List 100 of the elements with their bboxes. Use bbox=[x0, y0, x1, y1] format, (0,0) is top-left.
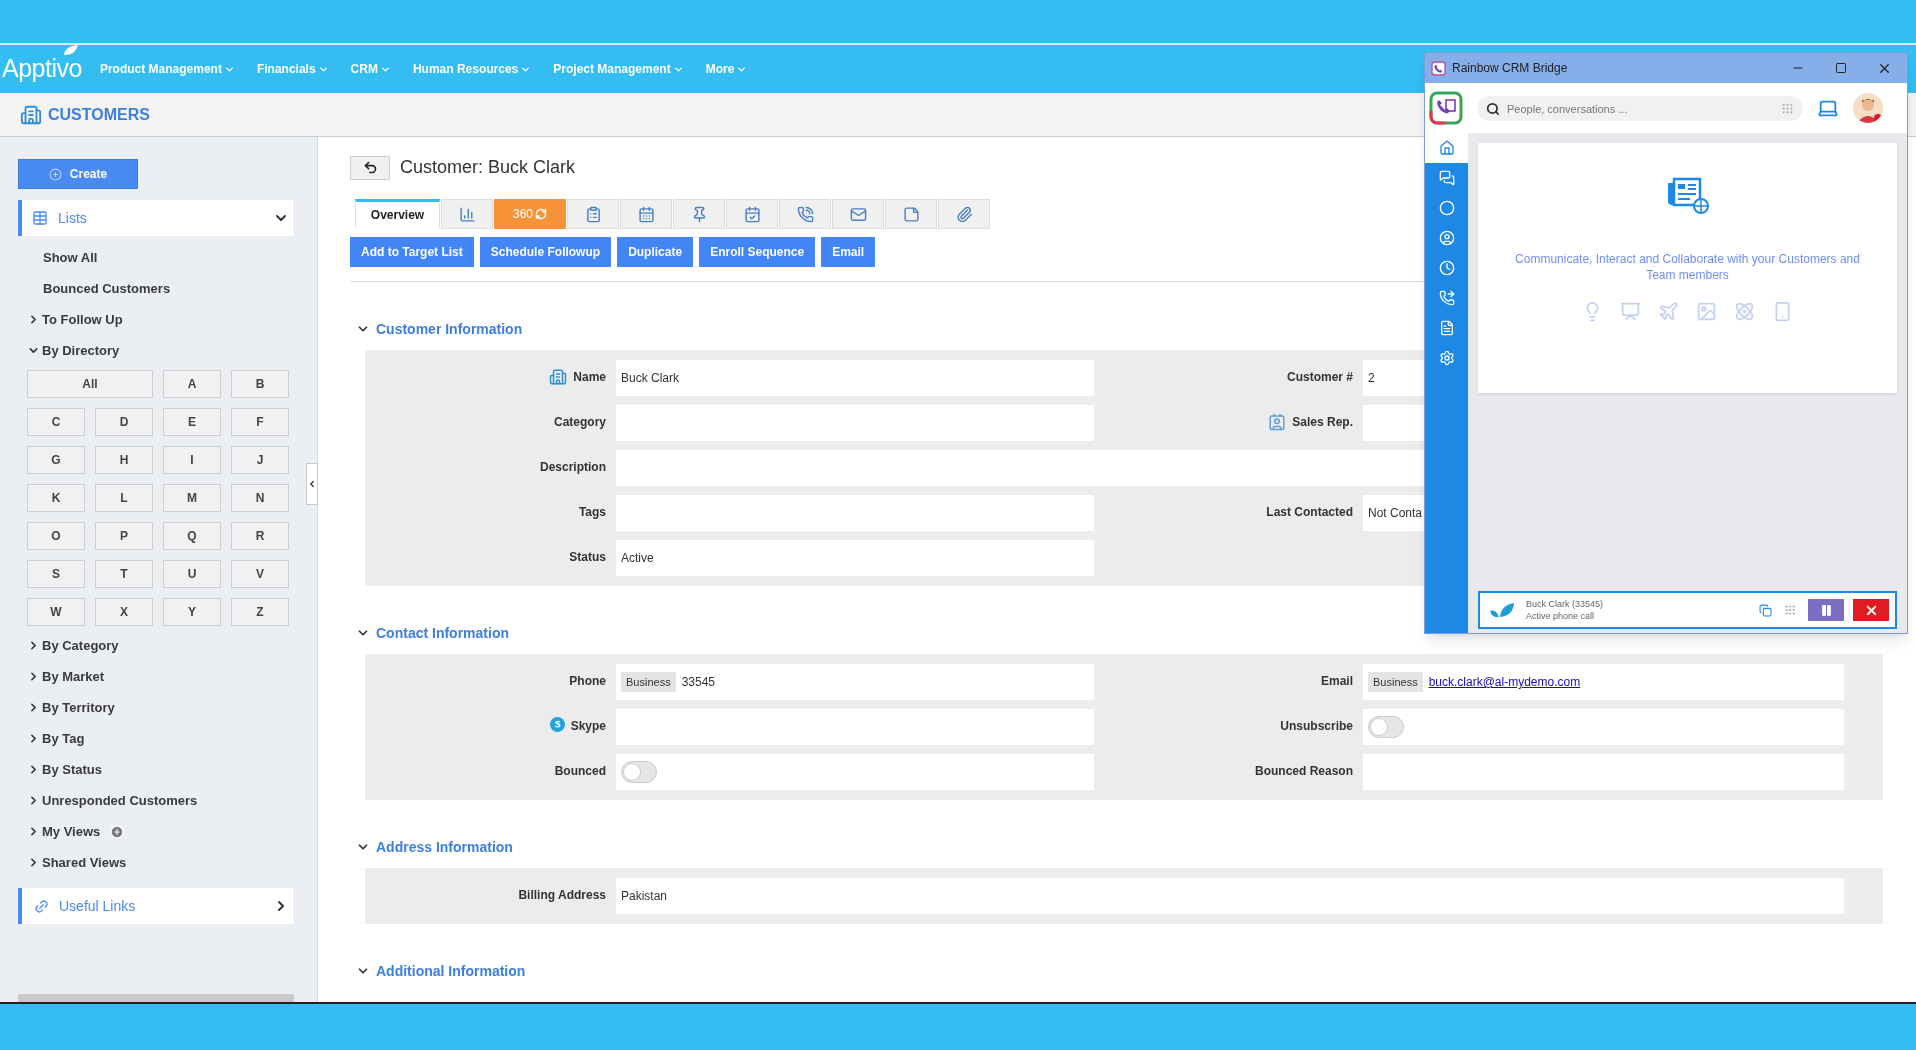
dialpad-icon[interactable] bbox=[1784, 604, 1796, 616]
dialpad-icon[interactable] bbox=[1781, 101, 1794, 115]
section-title[interactable]: Address Information bbox=[376, 836, 513, 858]
document-icon bbox=[1438, 320, 1455, 336]
hang-up-button[interactable] bbox=[1853, 599, 1889, 621]
sidebar-item[interactable]: By Directory bbox=[42, 340, 120, 361]
directory-letter-button[interactable]: A bbox=[163, 370, 221, 398]
section-title[interactable]: Customer Information bbox=[376, 318, 523, 340]
directory-letter-button[interactable]: G bbox=[27, 446, 85, 474]
directory-letter-button[interactable]: V bbox=[231, 560, 289, 588]
directory-letter-button[interactable]: T bbox=[95, 560, 153, 588]
field-label: Description bbox=[540, 459, 606, 476]
field-label: Phone bbox=[569, 673, 606, 690]
phone-icon bbox=[796, 205, 814, 223]
maximize-icon[interactable] bbox=[1835, 62, 1847, 74]
avatar[interactable] bbox=[1853, 93, 1883, 123]
input-field[interactable]: Pakistan bbox=[616, 878, 1844, 914]
directory-letter-button[interactable]: All bbox=[27, 370, 153, 398]
tab[interactable] bbox=[441, 199, 493, 229]
action-button[interactable]: Duplicate bbox=[617, 237, 694, 267]
sidebar-item[interactable]: Bounced Customers bbox=[43, 278, 171, 299]
clock-icon bbox=[1438, 260, 1455, 276]
sidebar-item[interactable]: Shared Views bbox=[42, 852, 127, 873]
sidebar-item[interactable]: Unresponded Customers bbox=[42, 790, 198, 811]
directory-letter-button[interactable]: Y bbox=[163, 598, 221, 626]
collapse-handle[interactable] bbox=[306, 463, 318, 505]
form-icon bbox=[584, 205, 602, 223]
tab[interactable] bbox=[673, 199, 725, 229]
directory-letter-button[interactable]: D bbox=[95, 408, 153, 436]
lists-header[interactable]: Lists bbox=[18, 200, 293, 236]
directory-letter-button[interactable]: P bbox=[95, 522, 153, 550]
tab[interactable]: Overview bbox=[355, 199, 440, 229]
toggle-switch[interactable] bbox=[621, 761, 657, 783]
table-icon bbox=[32, 210, 48, 226]
hold-button[interactable] bbox=[1808, 599, 1844, 621]
tab[interactable] bbox=[832, 199, 884, 229]
action-button[interactable]: Schedule Followup bbox=[479, 237, 612, 267]
tab[interactable] bbox=[567, 199, 619, 229]
skype-icon bbox=[549, 717, 565, 732]
directory-letter-button[interactable]: U bbox=[163, 560, 221, 588]
input-field[interactable]: Active bbox=[616, 540, 1094, 576]
directory-letter-button[interactable]: Q bbox=[163, 522, 221, 550]
leaf-icon bbox=[62, 44, 80, 57]
sidebar-item[interactable]: By Category bbox=[42, 635, 119, 656]
copy-icon[interactable] bbox=[1759, 603, 1772, 617]
directory-letter-button[interactable]: F bbox=[231, 408, 289, 436]
section-title[interactable]: Additional Information bbox=[376, 960, 526, 982]
input-field[interactable]: Buck Clark bbox=[616, 360, 1094, 396]
action-button[interactable]: Email bbox=[821, 237, 876, 267]
tab[interactable] bbox=[779, 199, 831, 229]
directory-letter-button[interactable]: N bbox=[231, 484, 289, 512]
directory-letter-button[interactable]: H bbox=[95, 446, 153, 474]
action-button[interactable]: Enroll Sequence bbox=[699, 237, 816, 267]
directory-letter-button[interactable]: W bbox=[27, 598, 85, 626]
tab[interactable] bbox=[885, 199, 937, 229]
rail-button[interactable] bbox=[1425, 133, 1468, 163]
sidebar-item[interactable]: By Tag bbox=[42, 728, 85, 749]
directory-letter-button[interactable]: O bbox=[27, 522, 85, 550]
tab[interactable] bbox=[938, 199, 990, 229]
directory-letter-button[interactable]: Z bbox=[231, 598, 289, 626]
search-field[interactable]: People, conversations ... bbox=[1477, 96, 1803, 121]
section-title[interactable]: Contact Information bbox=[376, 622, 509, 644]
sidebar-item[interactable]: My Views bbox=[42, 821, 101, 842]
directory-letter-button[interactable]: K bbox=[27, 484, 85, 512]
sidebar-item[interactable]: By Market bbox=[42, 666, 105, 687]
tab[interactable] bbox=[620, 199, 672, 229]
input-field[interactable]: Business buck.clark@al-mydemo.com bbox=[1363, 664, 1844, 700]
directory-letter-button[interactable]: I bbox=[163, 446, 221, 474]
phone-star-icon bbox=[1438, 290, 1455, 306]
directory-letter-button[interactable]: X bbox=[95, 598, 153, 626]
tab[interactable] bbox=[726, 199, 778, 229]
refresh-icon bbox=[535, 208, 547, 220]
sidebar-item[interactable]: Show All bbox=[43, 247, 98, 268]
directory-letter-button[interactable]: J bbox=[231, 446, 289, 474]
directory-letter-button[interactable]: L bbox=[95, 484, 153, 512]
directory-letter-button[interactable]: B bbox=[231, 370, 289, 398]
smartphone-icon bbox=[1772, 301, 1793, 322]
circle-icon bbox=[1438, 200, 1455, 216]
type-tag[interactable]: Business bbox=[1368, 671, 1423, 693]
input-field[interactable]: Business 33545 bbox=[616, 664, 1094, 700]
field-label: Bounced Reason bbox=[1255, 763, 1353, 780]
action-button[interactable]: Add to Target List bbox=[350, 237, 474, 267]
email-link[interactable]: buck.clark@al-mydemo.com bbox=[1428, 673, 1581, 691]
field-label: Category bbox=[554, 414, 606, 431]
back-button[interactable] bbox=[350, 155, 390, 180]
sidebar-item[interactable]: By Territory bbox=[42, 697, 115, 718]
add-icon[interactable] bbox=[110, 824, 125, 839]
directory-letter-button[interactable]: M bbox=[163, 484, 221, 512]
directory-letter-button[interactable]: R bbox=[231, 522, 289, 550]
directory-letter-button[interactable]: S bbox=[27, 560, 85, 588]
field-label: Bounced bbox=[554, 763, 606, 780]
pause-icon bbox=[1819, 603, 1833, 617]
type-tag[interactable]: Business bbox=[621, 671, 676, 693]
sidebar-item[interactable]: To Follow Up bbox=[42, 309, 123, 330]
sidebar-item[interactable]: By Status bbox=[42, 759, 102, 780]
scrollbar[interactable] bbox=[18, 994, 294, 1002]
toggle-switch[interactable] bbox=[1368, 716, 1404, 738]
directory-letter-button[interactable]: E bbox=[163, 408, 221, 436]
directory-letter-button[interactable]: C bbox=[27, 408, 85, 436]
building-icon bbox=[20, 103, 42, 126]
